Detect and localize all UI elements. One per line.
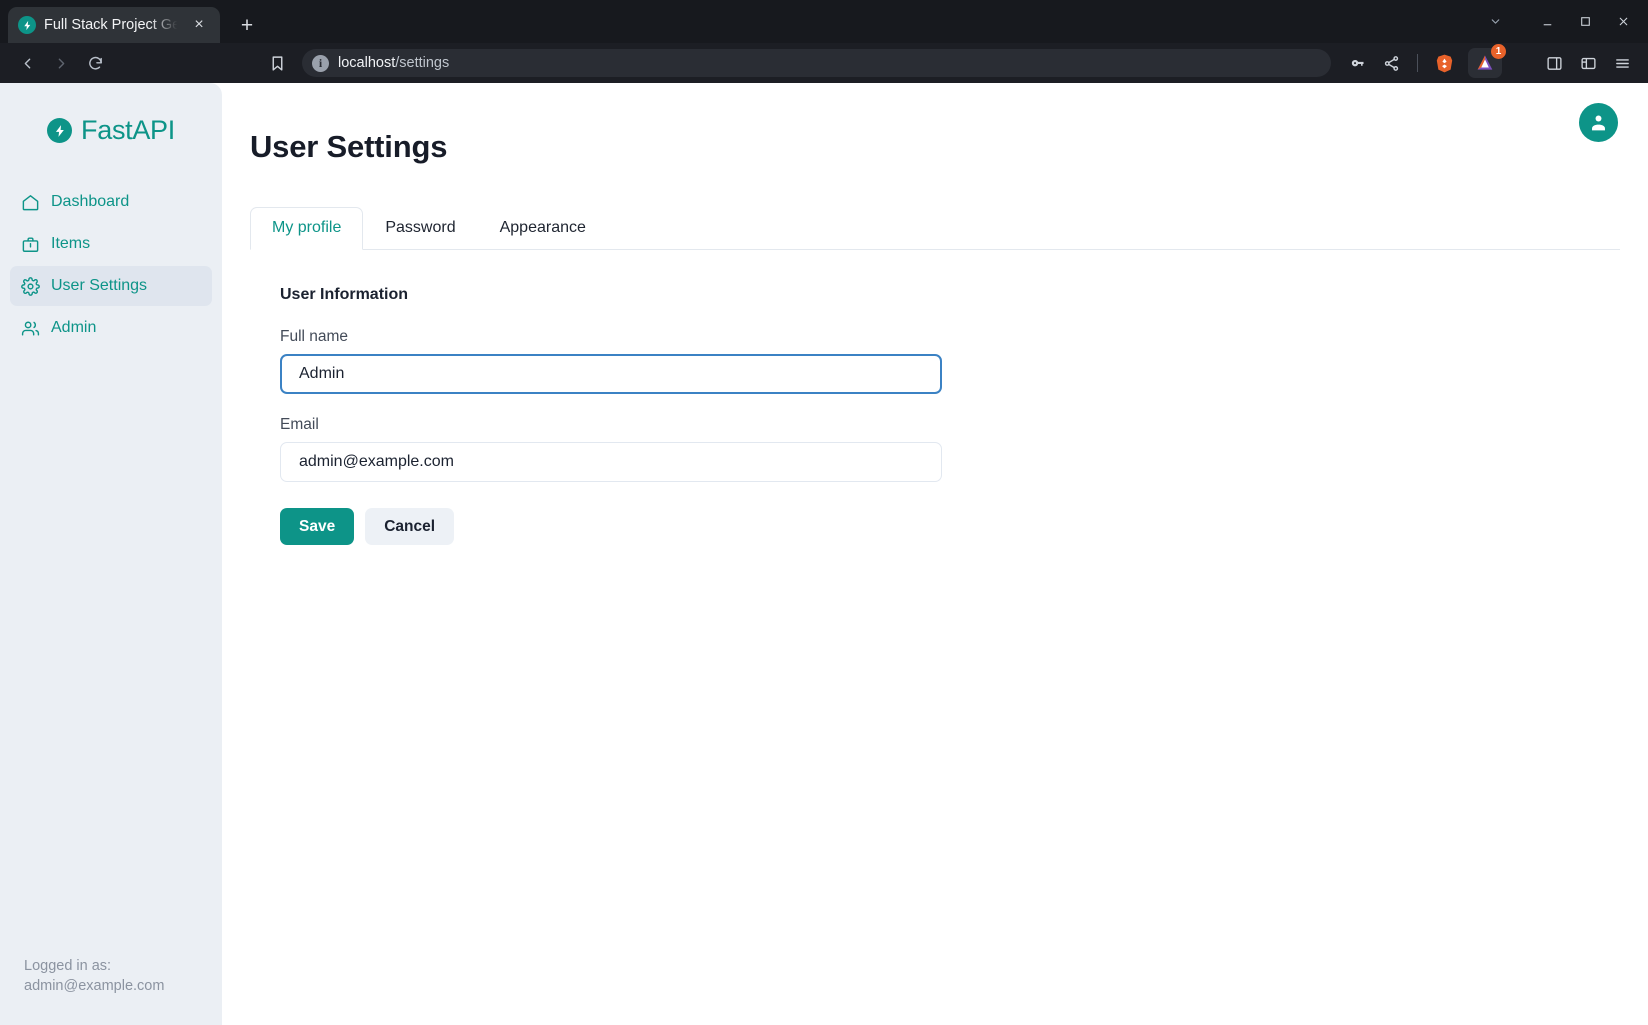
users-icon bbox=[21, 319, 40, 338]
home-icon bbox=[21, 193, 40, 212]
navigation-toolbar: i localhost/settings 1 bbox=[0, 43, 1648, 83]
toolbar-divider bbox=[1417, 54, 1418, 72]
site-info-icon[interactable]: i bbox=[312, 55, 329, 72]
window-right-icons bbox=[1538, 48, 1638, 78]
reload-icon[interactable] bbox=[78, 48, 112, 78]
cancel-button[interactable]: Cancel bbox=[365, 508, 454, 545]
hamburger-menu-icon[interactable] bbox=[1606, 48, 1638, 78]
section-title: User Information bbox=[280, 286, 950, 304]
sidebar-item-items[interactable]: Items bbox=[10, 224, 212, 264]
field-full-name: Full name bbox=[280, 328, 950, 394]
sidebar-item-label: User Settings bbox=[51, 277, 147, 295]
logo-text: FastAPI bbox=[81, 115, 175, 146]
save-button[interactable]: Save bbox=[280, 508, 354, 545]
forward-arrow-icon[interactable] bbox=[44, 48, 78, 78]
sidebar-nav: Dashboard Items User Settings bbox=[0, 182, 222, 348]
back-arrow-icon[interactable] bbox=[10, 48, 44, 78]
tab-my-profile[interactable]: My profile bbox=[250, 207, 363, 250]
browser-tab[interactable]: Full Stack Project Genera × bbox=[8, 7, 220, 43]
extension-badge: 1 bbox=[1491, 44, 1506, 59]
url-host: localhost bbox=[338, 55, 395, 71]
bookmark-icon[interactable] bbox=[260, 48, 294, 78]
tab-title: Full Stack Project Genera bbox=[44, 17, 180, 33]
fastapi-logo: FastAPI bbox=[0, 115, 222, 146]
tab-strip: Full Stack Project Genera × + bbox=[0, 0, 1648, 43]
url-path: /settings bbox=[395, 55, 449, 71]
page-viewport: FastAPI Dashboard Items bbox=[0, 83, 1648, 1025]
page-title: User Settings bbox=[250, 129, 1648, 165]
browser-window: Full Stack Project Genera × + bbox=[0, 0, 1648, 1025]
maximize-icon[interactable] bbox=[1566, 2, 1604, 42]
full-name-input[interactable] bbox=[280, 354, 942, 394]
fastapi-bolt-icon bbox=[47, 118, 72, 143]
sidebar-item-admin[interactable]: Admin bbox=[10, 308, 212, 348]
brave-rewards-icon[interactable]: 1 bbox=[1468, 48, 1502, 78]
address-bar[interactable]: i localhost/settings bbox=[302, 49, 1331, 77]
close-window-icon[interactable] bbox=[1604, 2, 1642, 42]
minimize-icon[interactable] bbox=[1528, 2, 1566, 42]
fastapi-icon bbox=[18, 16, 36, 34]
logged-in-label: Logged in as: bbox=[24, 956, 208, 977]
email-label: Email bbox=[280, 416, 950, 434]
wallet-icon[interactable] bbox=[1572, 48, 1604, 78]
gear-icon bbox=[21, 277, 40, 296]
url-text: localhost/settings bbox=[338, 55, 449, 71]
sidebar-item-label: Dashboard bbox=[51, 193, 129, 211]
key-icon[interactable] bbox=[1341, 48, 1373, 78]
avatar[interactable] bbox=[1579, 103, 1618, 142]
tab-appearance[interactable]: Appearance bbox=[478, 207, 608, 250]
tab-password[interactable]: Password bbox=[363, 207, 477, 250]
toolbar-icons: 1 bbox=[1341, 48, 1638, 78]
profile-form: User Information Full name Email Save Ca… bbox=[250, 250, 950, 545]
brave-lion-icon[interactable] bbox=[1428, 48, 1460, 78]
close-icon[interactable]: × bbox=[188, 14, 210, 36]
logged-in-as: Logged in as: admin@example.com bbox=[0, 956, 222, 1025]
briefcase-icon bbox=[21, 235, 40, 254]
settings-tabs: My profile Password Appearance bbox=[250, 207, 1648, 250]
window-controls bbox=[1476, 0, 1642, 43]
form-actions: Save Cancel bbox=[280, 508, 950, 545]
sidebar: FastAPI Dashboard Items bbox=[0, 83, 222, 1025]
email-input[interactable] bbox=[280, 442, 942, 482]
full-name-label: Full name bbox=[280, 328, 950, 346]
chevron-down-icon[interactable] bbox=[1476, 2, 1514, 42]
share-icon[interactable] bbox=[1375, 48, 1407, 78]
sidebar-item-dashboard[interactable]: Dashboard bbox=[10, 182, 212, 222]
field-email: Email bbox=[280, 416, 950, 482]
sidebar-panel-icon[interactable] bbox=[1538, 48, 1570, 78]
sidebar-item-user-settings[interactable]: User Settings bbox=[10, 266, 212, 306]
new-tab-button[interactable]: + bbox=[232, 10, 262, 40]
main-content: User Settings My profile Password Appear… bbox=[222, 83, 1648, 1025]
logged-in-email: admin@example.com bbox=[24, 976, 208, 997]
sidebar-item-label: Admin bbox=[51, 319, 96, 337]
sidebar-item-label: Items bbox=[51, 235, 90, 253]
